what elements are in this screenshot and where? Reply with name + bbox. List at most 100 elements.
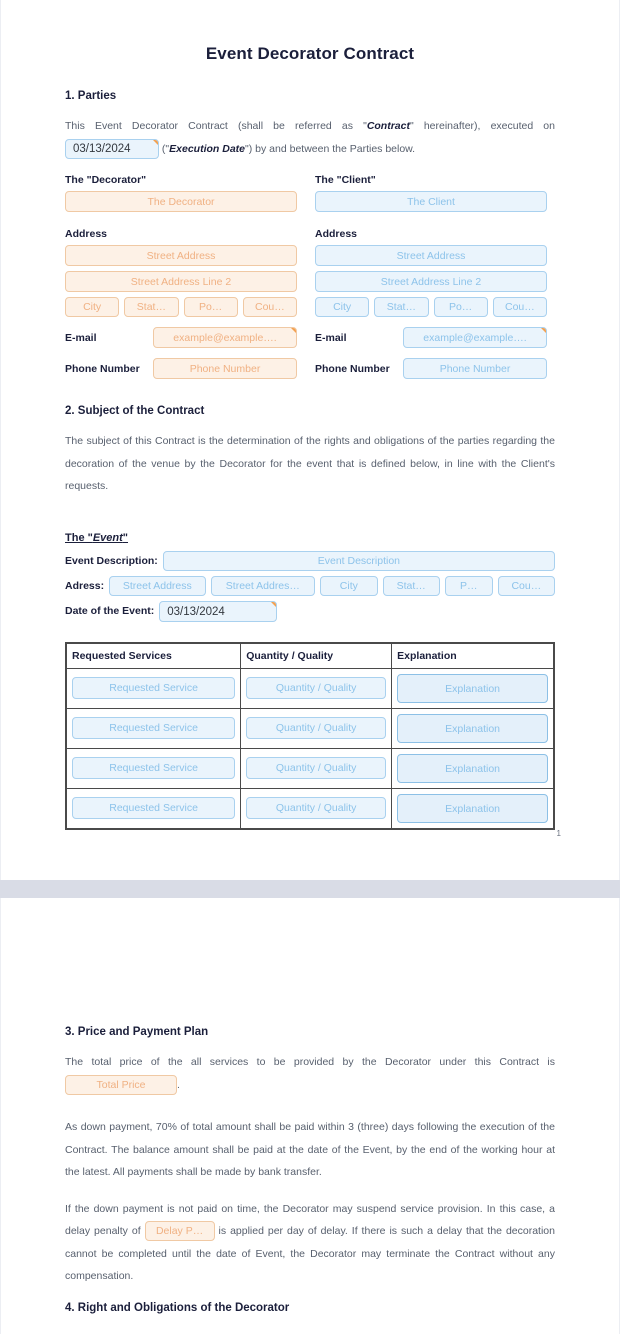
requested-service-field[interactable]: Requested Service <box>72 717 236 739</box>
table-row: Requested Service Quantity / Quality Exp… <box>65 787 555 829</box>
event-postal-field[interactable]: P… <box>444 575 493 596</box>
decorator-email-field[interactable]: example@example…. <box>153 327 297 348</box>
client-street2-field[interactable]: Street Address Line 2 <box>315 271 547 292</box>
event-address-row: Adress: Street Address Street Addres… Ci… <box>65 575 556 596</box>
cell-explanation: Explanation <box>391 707 555 749</box>
event-state-field[interactable]: Stat… <box>382 575 440 596</box>
decorator-email-label: E-mail <box>65 331 97 344</box>
price-text-b: . <box>177 1078 180 1091</box>
decorator-email-row: E-mail example@example…. <box>65 327 297 348</box>
decorator-street1-field[interactable]: Street Address <box>65 245 297 266</box>
event-street1-field[interactable]: Street Address <box>109 575 206 596</box>
event-description-row: Event Description: Event Description <box>65 550 555 571</box>
table-row: Requested Service Quantity / Quality Exp… <box>65 667 555 709</box>
section-2-paragraph: The subject of this Contract is the dete… <box>65 435 555 492</box>
cell-quantity: Quantity / Quality <box>240 707 393 749</box>
section-3-delay-paragraph: If the down payment is not paid on time,… <box>65 1198 555 1288</box>
section-2-heading: 2. Subject of the Contract <box>65 405 205 417</box>
table-header-row: Requested Services Quantity / Quality Ex… <box>65 642 555 669</box>
price-text-a: The total price of the all services to b… <box>65 1056 555 1068</box>
client-city-state-row: City Stat… Po… Cou… <box>315 297 547 317</box>
decorator-street2-field[interactable]: Street Address Line 2 <box>65 271 297 292</box>
explanation-field[interactable]: Explanation <box>397 673 548 703</box>
quantity-quality-field[interactable]: Quantity / Quality <box>246 797 387 819</box>
event-address-fields: Street Address Street Addres… City Stat…… <box>109 575 556 596</box>
event-country-field[interactable]: Cou… <box>497 575 556 596</box>
client-street1-field[interactable]: Street Address <box>315 245 547 266</box>
section-1-heading: 1. Parties <box>65 90 117 102</box>
requested-service-field[interactable]: Requested Service <box>72 757 236 779</box>
intro-text-a: This Event Decorator Contract (shall be … <box>65 120 367 132</box>
event-city-field[interactable]: City <box>320 575 378 596</box>
decorator-country-field[interactable]: Cou… <box>242 297 297 317</box>
explanation-field[interactable]: Explanation <box>397 793 548 823</box>
requested-service-field[interactable]: Requested Service <box>72 677 236 699</box>
decorator-postal-field[interactable]: Po… <box>183 297 238 317</box>
cell-explanation: Explanation <box>391 667 555 709</box>
cell-quantity: Quantity / Quality <box>240 747 393 789</box>
document-page-2: 3. Price and Payment Plan The total pric… <box>0 898 620 1334</box>
cell-quantity: Quantity / Quality <box>240 667 393 709</box>
decorator-city-field[interactable]: City <box>65 297 120 317</box>
event-date-field[interactable]: 03/13/2024 <box>159 600 278 622</box>
document-page-1: Event Decorator Contract 1. Parties This… <box>0 0 620 880</box>
decorator-name-field[interactable]: The Decorator <box>65 191 297 212</box>
client-phone-row: Phone Number Phone Number <box>315 358 547 379</box>
event-description-label: Event Description: <box>65 554 158 567</box>
event-address-label: Adress: <box>65 579 105 592</box>
contract-term: Contract <box>366 120 410 132</box>
cell-explanation: Explanation <box>391 747 555 789</box>
client-phone-label: Phone Number <box>315 362 390 375</box>
decorator-address-label: Address <box>65 228 108 240</box>
column-header-requested-services: Requested Services <box>65 642 242 669</box>
explanation-field[interactable]: Explanation <box>397 753 548 783</box>
cell-service: Requested Service <box>65 667 242 709</box>
event-head-suffix: " <box>122 531 129 544</box>
client-state-field[interactable]: Stat… <box>374 297 429 317</box>
table-row: Requested Service Quantity / Quality Exp… <box>65 747 555 789</box>
client-postal-field[interactable]: Po… <box>433 297 488 317</box>
client-email-row: E-mail example@example…. <box>315 327 547 348</box>
section-3-price-paragraph: The total price of the all services to b… <box>65 1051 555 1096</box>
event-head-prefix: The " <box>65 531 93 544</box>
client-email-field[interactable]: example@example…. <box>403 327 547 348</box>
decorator-phone-field[interactable]: Phone Number <box>153 358 297 379</box>
quantity-quality-field[interactable]: Quantity / Quality <box>246 717 387 739</box>
section-1-intro-paragraph: This Event Decorator Contract (shall be … <box>65 115 555 160</box>
document-title: Event Decorator Contract <box>205 44 415 63</box>
client-column: The "Client" The Client Address Street A… <box>315 174 547 379</box>
decorator-city-state-row: City Stat… Po… Cou… <box>65 297 297 317</box>
intro-text-b: " hereinafter), executed on <box>409 120 555 132</box>
client-country-field[interactable]: Cou… <box>492 297 547 317</box>
execution-date-field[interactable]: 03/13/2024 <box>65 138 159 159</box>
explanation-field[interactable]: Explanation <box>397 713 548 743</box>
column-header-explanation: Explanation <box>391 642 555 669</box>
client-phone-field[interactable]: Phone Number <box>403 358 547 379</box>
parties-columns: The "Decorator" The Decorator Address St… <box>65 174 555 379</box>
event-street2-field[interactable]: Street Addres… <box>210 575 316 596</box>
event-term: Event <box>92 531 123 544</box>
delay-penalty-field[interactable]: Delay P… <box>144 1221 215 1242</box>
client-email-label: E-mail <box>315 331 347 344</box>
requested-service-field[interactable]: Requested Service <box>72 797 236 819</box>
event-subheading: The "Event" <box>65 532 555 544</box>
page-number: 1 <box>556 829 561 838</box>
decorator-column: The "Decorator" The Decorator Address St… <box>65 174 297 379</box>
section-3-heading: 3. Price and Payment Plan <box>65 1026 209 1038</box>
decorator-state-field[interactable]: Stat… <box>124 297 179 317</box>
requested-services-table: Requested Services Quantity / Quality Ex… <box>65 641 555 830</box>
client-name-field[interactable]: The Client <box>315 191 547 212</box>
section-4-heading: 4. Right and Obligations of the Decorato… <box>65 1301 290 1314</box>
client-city-field[interactable]: City <box>315 297 370 317</box>
quantity-quality-field[interactable]: Quantity / Quality <box>246 677 387 699</box>
cell-service: Requested Service <box>65 787 242 829</box>
cell-quantity: Quantity / Quality <box>240 787 393 829</box>
quantity-quality-field[interactable]: Quantity / Quality <box>246 757 387 779</box>
total-price-field[interactable]: Total Price <box>65 1074 177 1095</box>
client-title: The "Client" <box>315 174 376 186</box>
event-description-field[interactable]: Event Description <box>162 550 555 571</box>
cell-service: Requested Service <box>65 707 242 749</box>
decorator-phone-row: Phone Number Phone Number <box>65 358 297 379</box>
